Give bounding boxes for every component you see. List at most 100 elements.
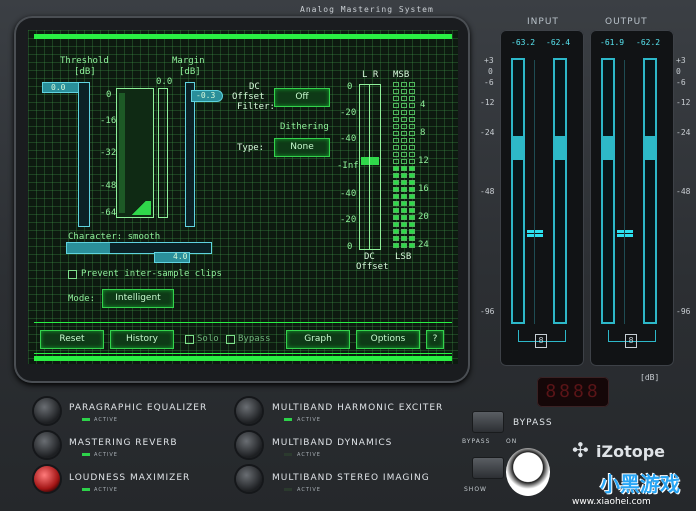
bit-cell [409, 222, 415, 227]
module-status-eq: ACTIVE [94, 417, 118, 423]
intersample-checkbox[interactable] [68, 270, 77, 279]
options-button[interactable]: Options [356, 330, 420, 349]
scale-in-48: -48 [480, 187, 495, 196]
character-value-box[interactable]: 4.0 [154, 252, 190, 263]
scale-out-96: -96 [676, 307, 691, 316]
bit-cell [393, 201, 399, 206]
bit-20: 20 [418, 212, 429, 222]
bit-cell [401, 208, 407, 213]
module-knob-maximizer[interactable] [34, 466, 60, 492]
bit-cell [393, 166, 399, 171]
bit-cell [401, 103, 407, 108]
dc-filter-dropdown[interactable]: Off [274, 88, 330, 107]
mode-dropdown[interactable]: Intelligent [102, 289, 174, 308]
dc-filter-label-3: Filter: [237, 102, 275, 112]
margin-value-handle[interactable]: -0.3 [191, 90, 223, 102]
dc-scale-20-bottom: -20 [340, 215, 357, 225]
threshold-scale-0: 0 [106, 90, 112, 100]
module-knob-dynamics[interactable] [236, 432, 262, 458]
screen-bottom-stripe [34, 356, 452, 361]
dither-type-dropdown[interactable]: None [274, 138, 330, 157]
module-knob-imaging[interactable] [236, 466, 262, 492]
character-fill [67, 243, 110, 253]
system-title: Analog Mastering System [300, 5, 434, 14]
module-knob-eq[interactable] [34, 398, 60, 424]
bit-cell [409, 243, 415, 248]
bit-cell [393, 187, 399, 192]
module-status-imaging: ACTIVE [297, 487, 321, 493]
module-status-exciter: ACTIVE [297, 417, 321, 423]
bit-cell [401, 236, 407, 241]
dc-offset-label-1: DC [364, 252, 375, 262]
bit-cell [409, 124, 415, 129]
bit-cell [393, 229, 399, 234]
bypass-button[interactable] [472, 411, 504, 433]
module-led-imaging [284, 488, 292, 491]
character-label: Character: smooth [68, 232, 161, 242]
solo-checkbox[interactable] [185, 335, 194, 344]
module-led-maximizer [82, 488, 90, 491]
scale-in-96: -96 [480, 307, 495, 316]
bit-cell [409, 180, 415, 185]
bit-cell [401, 145, 407, 150]
margin-top-value: 0.0 [156, 77, 173, 87]
margin-slider[interactable] [185, 82, 195, 227]
bypass-on-label: ON [506, 438, 518, 445]
threshold-scale-64: -64 [100, 208, 117, 218]
bit-cell [393, 194, 399, 199]
show-button[interactable] [472, 457, 504, 479]
bit-usage-meter [393, 82, 417, 250]
bit-cell [393, 236, 399, 241]
dc-filter-label-1: DC [249, 82, 260, 92]
solo-label: Solo [197, 334, 219, 344]
watermark-url: www.xiaohei.com [572, 497, 651, 507]
module-knob-reverb[interactable] [34, 432, 60, 458]
bit-cell [393, 124, 399, 129]
bit-cell [409, 110, 415, 115]
scale-out-6: -6 [676, 78, 686, 87]
bit-cell [401, 159, 407, 164]
link-icon[interactable]: 8 [535, 334, 547, 348]
bypass-label: BYPASS [513, 418, 553, 428]
bit-cell [393, 243, 399, 248]
dc-scale-0-bottom: 0 [347, 242, 353, 252]
bit-cell [409, 82, 415, 87]
scale-in-p3: +3 [484, 56, 494, 65]
bit-12: 12 [418, 156, 429, 166]
db-label: [dB] [640, 373, 660, 382]
intersample-label: Prevent inter-sample clips [81, 269, 222, 279]
bit-cell [401, 180, 407, 185]
threshold-slider[interactable] [78, 82, 90, 227]
bit-cell [393, 110, 399, 115]
dithering-label: Dithering [280, 122, 329, 132]
output-ceiling-meter [158, 88, 168, 218]
dither-type-label: Type: [237, 143, 265, 153]
help-button[interactable]: ? [426, 330, 444, 349]
input-right-track [553, 58, 567, 324]
bypass-checkbox-label: Bypass [238, 334, 271, 344]
module-status-dynamics: ACTIVE [297, 452, 321, 458]
dc-scale-inf: -Inf [337, 161, 359, 171]
character-slider[interactable] [66, 242, 212, 254]
scale-out-0: 0 [676, 67, 681, 76]
bit-cell [409, 96, 415, 101]
module-knob-exciter[interactable] [236, 398, 262, 424]
bit-cell [401, 124, 407, 129]
bit-cell [401, 243, 407, 248]
history-button[interactable]: History [110, 330, 174, 349]
maximizer-screen: Threshold [dB] 0.0 0 -16 -32 -48 -64 Mar… [28, 30, 458, 364]
input-left-value: -63.2 [511, 38, 536, 47]
lr-label: L R [362, 70, 379, 80]
graph-button[interactable]: Graph [286, 330, 350, 349]
bypass-checkbox[interactable] [226, 335, 235, 344]
input-right-value: -62.4 [546, 38, 571, 47]
dc-scale-40-bottom: -40 [340, 189, 357, 199]
bit-cell [393, 180, 399, 185]
output-right-value: -62.2 [636, 38, 661, 47]
output-left-track [601, 58, 615, 324]
reset-button[interactable]: Reset [40, 330, 104, 349]
bit-cell [401, 117, 407, 122]
link-icon[interactable]: 8 [625, 334, 637, 348]
show-label: SHOW [464, 486, 487, 493]
bit-cell [401, 110, 407, 115]
